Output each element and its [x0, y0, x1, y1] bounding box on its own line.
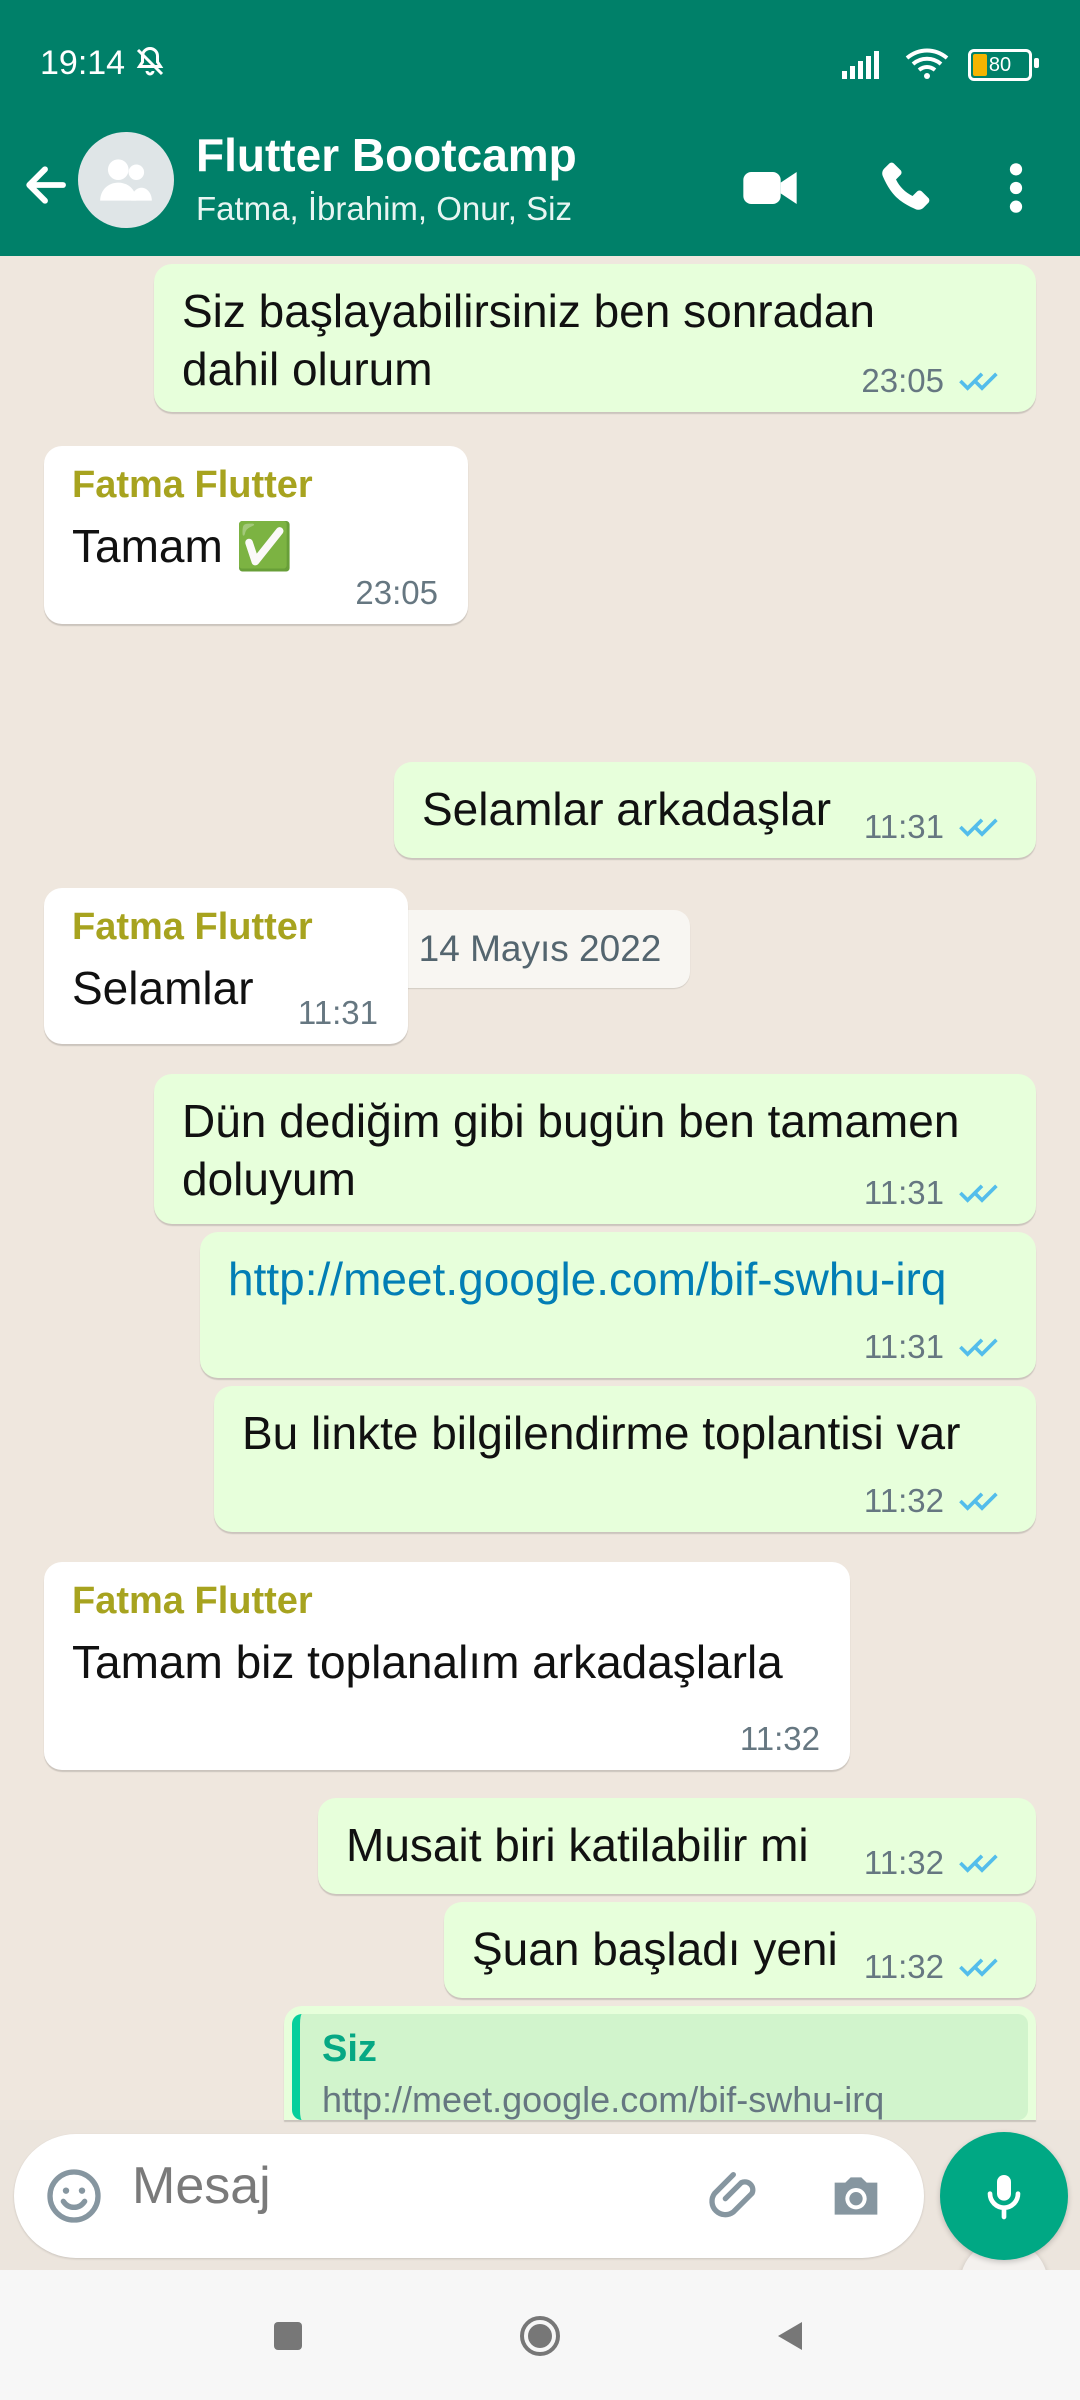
message-meta: 11:31	[864, 1328, 1006, 1366]
message-meta: 11:31	[864, 1174, 1006, 1212]
sender-name: Fatma Flutter	[72, 464, 313, 506]
message-time: 11:31	[863, 1174, 944, 1211]
message-meta: 11:32	[864, 1844, 1006, 1882]
message-time: 23:05	[355, 574, 438, 611]
message-meta: 23:05	[861, 362, 1006, 400]
message-composer[interactable]: Mesaj	[14, 2134, 924, 2258]
status-time: 19:14	[40, 44, 126, 82]
read-ticks-icon	[959, 1958, 998, 1977]
wifi-icon	[905, 48, 949, 79]
system-navigation-bar	[0, 2270, 1080, 2400]
message-outgoing[interactable]: Siz başlayabilirsiniz ben sonradan dahil…	[154, 264, 1036, 412]
read-ticks-icon	[959, 818, 998, 837]
chat-title[interactable]: Flutter Bootcamp	[196, 128, 577, 182]
message-time: 11:32	[863, 1844, 944, 1881]
home-icon[interactable]	[516, 2312, 564, 2360]
message-outgoing[interactable]: Bu linkte bilgilendirme toplantisi var 1…	[214, 1386, 1036, 1532]
phone-icon[interactable]	[872, 156, 936, 220]
message-outgoing[interactable]: Musait biri katilabilir mi 11:32	[318, 1798, 1036, 1894]
status-indicators: 80	[838, 48, 1039, 82]
chat-messages[interactable]: Siz başlayabilirsiniz ben sonradan dahil…	[0, 256, 1080, 2328]
message-text: Tamam biz toplanalım arkadaşlarla	[72, 1636, 783, 1688]
quoted-message: Siz http://meet.google.com/bif-swhu-irq	[292, 2014, 1028, 2120]
message-incoming[interactable]: Fatma Flutter Selamlar 11:31	[44, 888, 408, 1044]
read-ticks-icon	[959, 372, 998, 391]
read-ticks-icon	[959, 1492, 998, 1511]
more-options-icon[interactable]	[996, 156, 1036, 220]
quoted-text: http://meet.google.com/bif-swhu-irq	[322, 2079, 885, 2120]
status-bar: 19:14 80	[0, 0, 1080, 120]
message-link[interactable]: http://meet.google.com/bif-swhu-irq	[228, 1250, 1008, 1308]
message-text: Bu linkte bilgilendirme toplantisi var	[242, 1407, 961, 1459]
group-icon	[100, 159, 152, 201]
message-meta: 11:31	[864, 808, 1006, 846]
message-incoming[interactable]: Fatma Flutter Tamam biz toplanalım arkad…	[44, 1562, 850, 1770]
attachment-icon[interactable]	[704, 2164, 768, 2228]
message-meta: 11:32	[864, 1948, 1006, 1986]
microphone-icon	[987, 2175, 1021, 2220]
message-text: Tamam ✅	[72, 520, 293, 572]
battery-fill	[973, 54, 987, 76]
sender-name: Fatma Flutter	[72, 1580, 313, 1622]
recent-apps-icon[interactable]	[264, 2312, 312, 2360]
chat-header: Flutter Bootcamp Fatma, İbrahim, Onur, S…	[0, 120, 1080, 256]
message-time: 11:31	[297, 994, 378, 1031]
message-incoming[interactable]: Fatma Flutter Tamam ✅ 23:05	[44, 446, 468, 624]
message-meta: 11:32	[740, 1720, 820, 1758]
camera-icon[interactable]	[824, 2164, 888, 2228]
message-outgoing[interactable]: Şuan başladı yeni 11:32	[444, 1902, 1036, 1998]
message-outgoing[interactable]: http://meet.google.com/bif-swhu-irq 11:3…	[200, 1232, 1036, 1378]
date-divider: 14 Mayıs 2022	[390, 910, 690, 988]
message-reply-preview[interactable]: Siz http://meet.google.com/bif-swhu-irq	[284, 2006, 1036, 2120]
message-time: 11:31	[863, 808, 944, 845]
message-meta: 11:32	[864, 1482, 1006, 1520]
message-meta: 11:31	[298, 994, 378, 1032]
video-call-icon[interactable]	[738, 156, 802, 220]
back-arrow-icon[interactable]	[18, 158, 72, 212]
message-outgoing[interactable]: Dün dediğim gibi bugün ben tamamen doluy…	[154, 1074, 1036, 1224]
battery-level: 80	[988, 53, 1012, 76]
signal-icon	[842, 51, 879, 79]
muted-bell-icon	[136, 46, 164, 76]
message-time: 11:31	[863, 1328, 944, 1365]
chat-participants[interactable]: Fatma, İbrahim, Onur, Siz	[196, 190, 572, 228]
microphone-button[interactable]	[940, 2132, 1068, 2260]
emoji-icon[interactable]	[42, 2164, 106, 2228]
read-ticks-icon	[959, 1854, 998, 1873]
group-avatar[interactable]	[78, 132, 174, 228]
quoted-sender: Siz	[322, 2028, 377, 2070]
back-nav-icon[interactable]	[766, 2312, 814, 2360]
message-outgoing[interactable]: Selamlar arkadaşlar 11:31	[394, 762, 1036, 858]
sender-name: Fatma Flutter	[72, 906, 313, 948]
message-time: 23:05	[861, 362, 944, 399]
read-ticks-icon	[959, 1184, 998, 1203]
message-text: Siz başlayabilirsiniz ben sonradan dahil…	[182, 285, 875, 395]
message-time: 11:32	[863, 1948, 944, 1985]
message-time: 11:32	[863, 1482, 944, 1519]
message-input[interactable]: Mesaj	[132, 2156, 271, 2216]
message-time: 11:32	[739, 1720, 820, 1757]
read-ticks-icon	[959, 1338, 998, 1357]
battery-indicator: 80	[968, 49, 1039, 81]
message-meta: 23:05	[355, 574, 438, 612]
